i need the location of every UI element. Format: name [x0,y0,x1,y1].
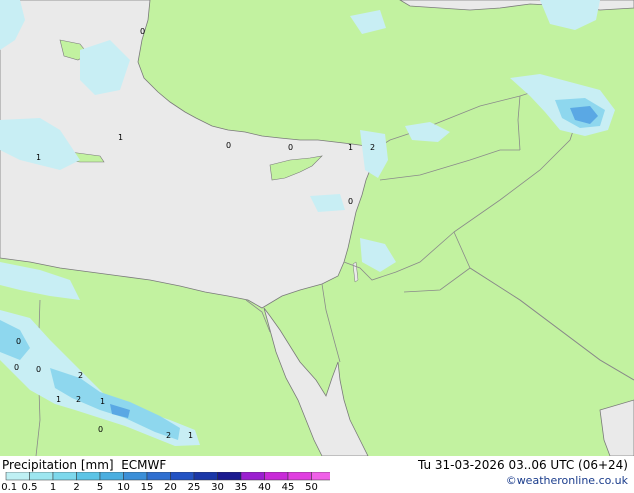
colorbar-swatch [146,472,171,481]
svg-text:0: 0 [140,27,145,36]
svg-text:1: 1 [36,153,41,162]
colorbar-tick: 0.1 [1,482,18,493]
colorbar-tick: 2 [73,482,80,493]
credit-link[interactable]: ©weatheronline.co.uk [506,474,628,487]
map-title: Precipitation [mm] ECMWF [2,458,166,472]
svg-text:2: 2 [370,143,375,152]
colorbar-tick: 0.5 [21,482,38,493]
svg-text:0: 0 [14,363,19,372]
svg-text:1: 1 [118,133,123,142]
colorbar-tick: 45 [281,482,295,493]
colorbar-swatch [99,472,124,481]
colorbar-swatch [217,472,242,481]
colorbar-swatch [29,472,54,481]
svg-text:2: 2 [166,431,171,440]
colorbar-tick: 35 [234,482,248,493]
colorbar-swatch [76,472,101,481]
colorbar-tick: 50 [305,482,318,493]
colorbar-tick: 1 [49,482,57,493]
model-name: ECMWF [121,458,167,472]
map-area: 0 1 2 2 1 1 2 1 0 0 0 0 0 0 1 2 1 0 [0,0,634,490]
colorbar-tick: 10 [117,482,130,493]
svg-text:2: 2 [78,371,83,380]
colorbar-swatch [52,472,77,481]
colorbar-tick: 25 [187,482,201,493]
map-footer: Precipitation [mm] ECMWF Tu 31-03-2026 0… [0,456,634,493]
svg-text:0: 0 [98,425,103,434]
colorbar-tick: 5 [96,482,104,493]
svg-text:0: 0 [36,365,41,374]
colorbar-swatch [311,472,330,481]
colorbar-tick: 30 [211,482,224,493]
svg-text:0: 0 [16,337,21,346]
colorbar-swatch [123,472,148,481]
colorbar-swatch [5,472,30,481]
colorbar-swatch [170,472,195,481]
svg-text:1: 1 [348,143,353,152]
svg-text:1: 1 [56,395,61,404]
colorbar-tick: 20 [164,482,177,493]
svg-text:0: 0 [348,197,353,206]
colorbar-swatch [287,472,312,481]
svg-text:1: 1 [188,431,193,440]
svg-text:1: 1 [100,397,105,406]
svg-text:0: 0 [288,143,293,152]
valid-time: Tu 31-03-2026 03..06 UTC (06+24) [417,458,628,472]
title-text: Precipitation [mm] [2,458,114,472]
colorbar-swatch [193,472,218,481]
colorbar-tick: 40 [258,482,271,493]
colorbar-swatch [240,472,265,481]
colorbar-swatch [264,472,289,481]
svg-text:2: 2 [76,395,81,404]
svg-text:0: 0 [226,141,231,150]
colorbar-tick: 15 [140,482,154,493]
